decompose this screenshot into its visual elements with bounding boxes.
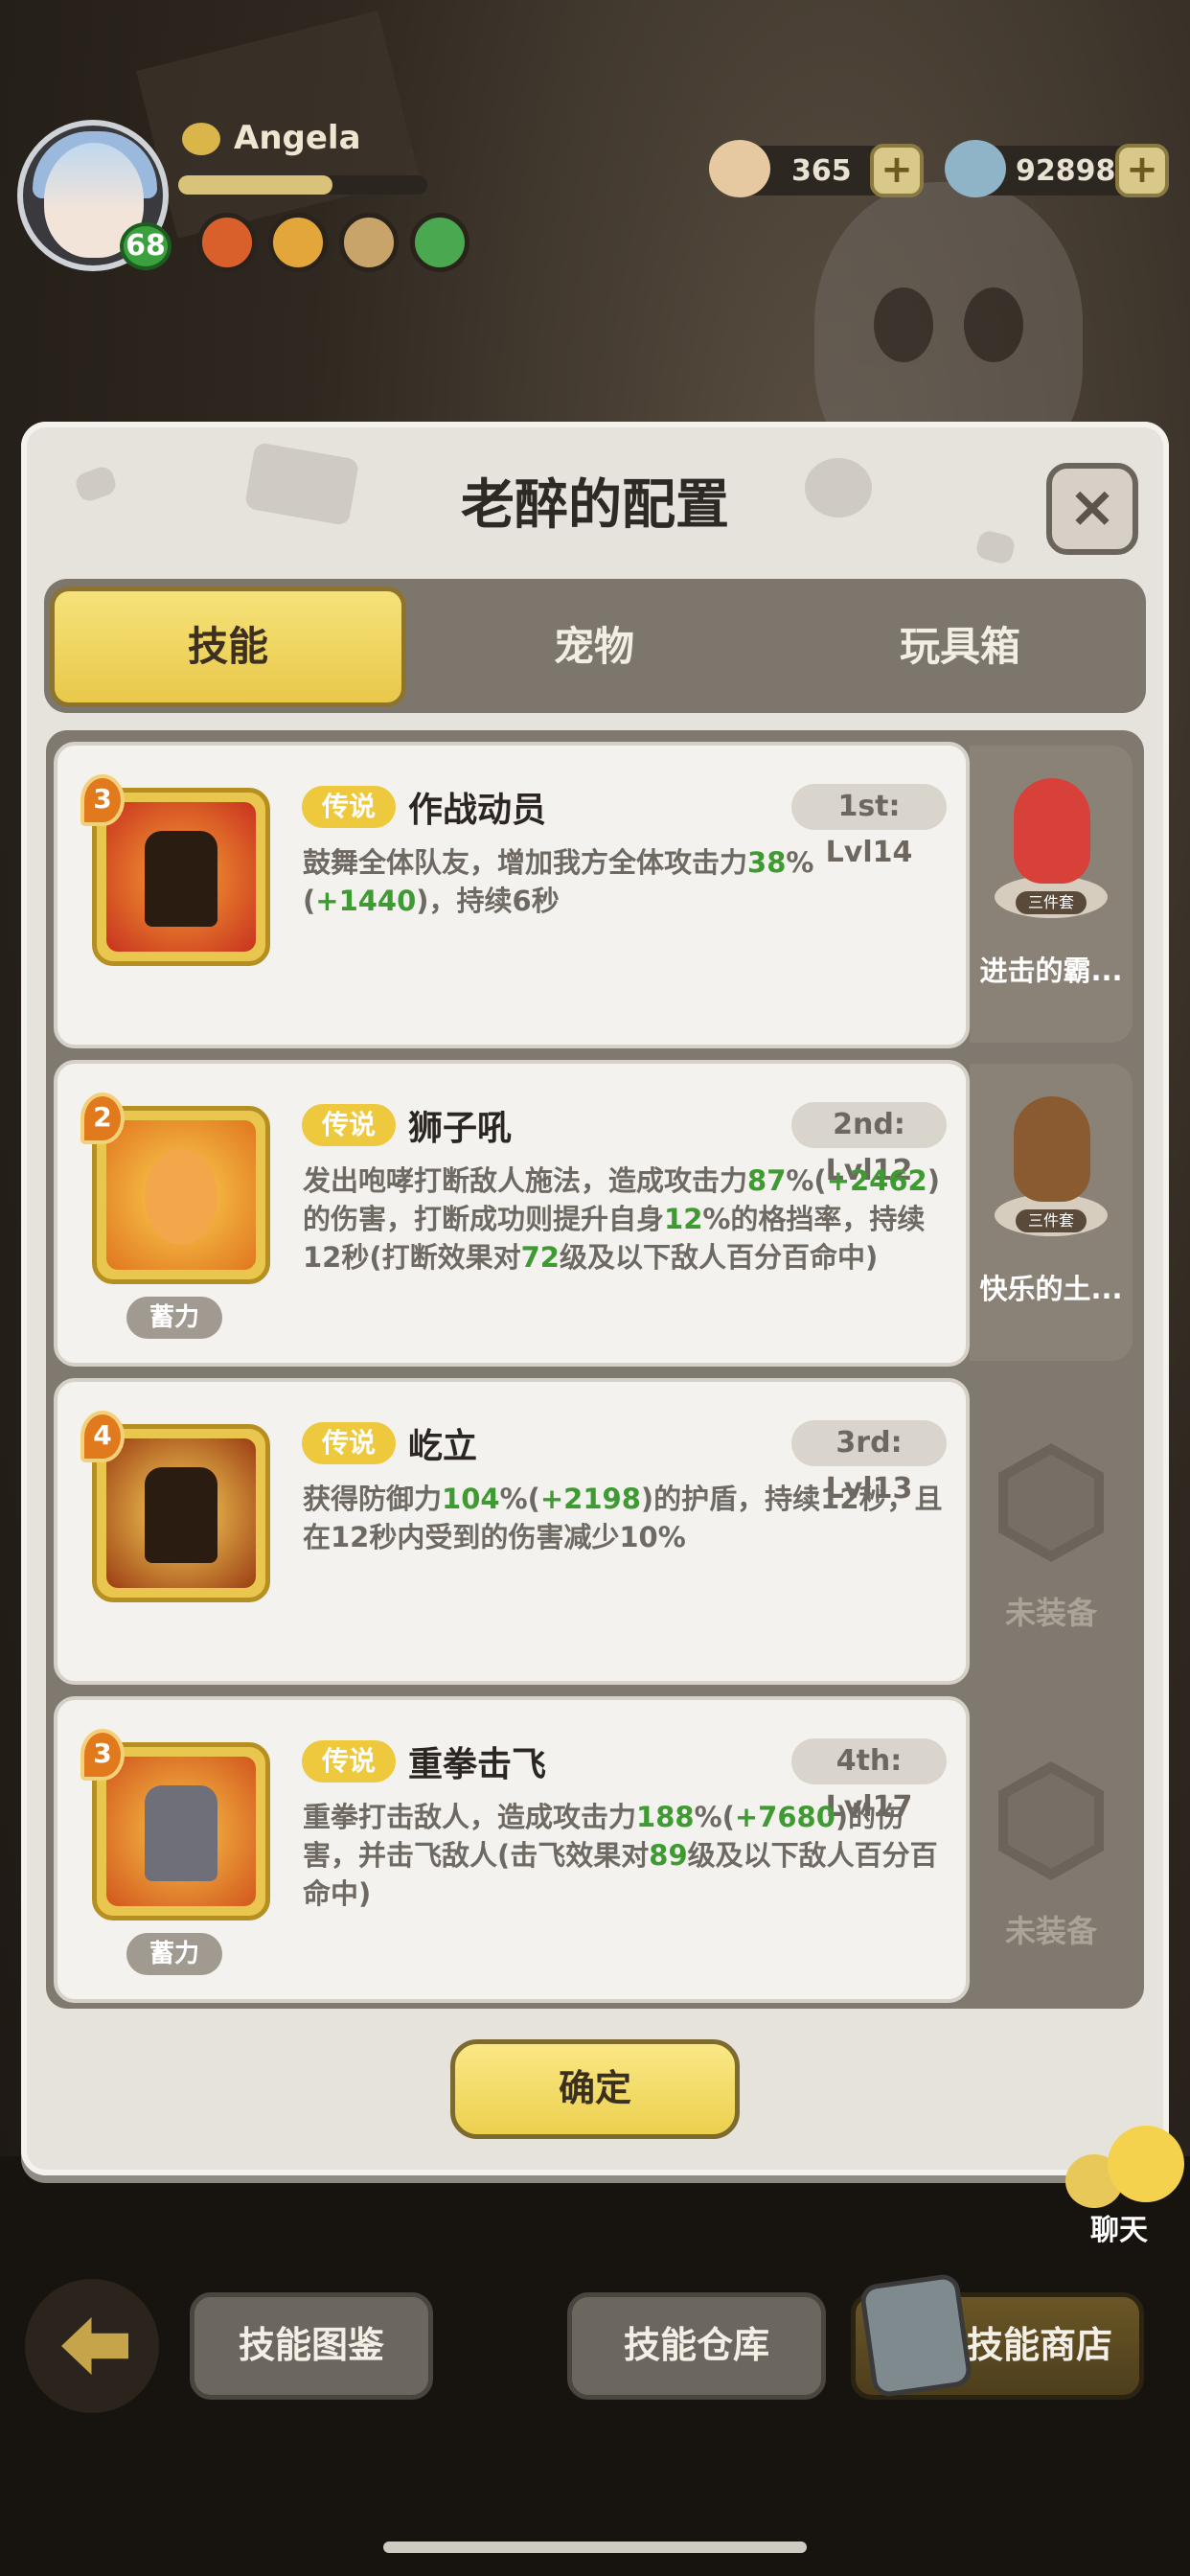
skill-card[interactable]: 4 传说 屹立 3rd: Lvl13 获得防御力104%(+2198)的护盾，持…: [54, 1378, 970, 1685]
player-name: Angela: [234, 119, 361, 157]
pet-slot[interactable]: 三件套 快乐的土...: [970, 1064, 1133, 1361]
add-shell-button[interactable]: +: [870, 144, 924, 197]
shell-icon: [709, 140, 770, 197]
shell-amount: 365: [791, 153, 852, 188]
skill-description: 发出咆哮打断敌人施法，造成攻击力87%(+2462)的伤害，打断成功则提升自身1…: [303, 1162, 954, 1276]
rarity-tag: 传说: [302, 1740, 396, 1782]
slot-level: 2nd: Lvl12: [791, 1102, 947, 1187]
highlight-value: 87: [747, 1164, 787, 1197]
highlight-value: 12: [664, 1203, 703, 1235]
close-button[interactable]: ×: [1046, 463, 1138, 555]
skill-name: 屹立: [408, 1427, 478, 1466]
pet-name: 快乐的土...: [979, 1273, 1123, 1305]
description-text: 鼓舞全体队友，增加我方全体攻击力: [303, 846, 748, 879]
description-text: 重拳打击敌人，造成攻击力: [303, 1801, 637, 1833]
player-mood-icon: [182, 123, 220, 155]
charge-tag: 蓄力: [126, 1297, 222, 1339]
skill-warehouse-button[interactable]: 技能仓库: [567, 2292, 826, 2400]
player-badges: [197, 213, 469, 272]
set-label: 三件套: [1016, 1209, 1087, 1232]
back-button[interactable]: [25, 2279, 159, 2413]
shop-icon: [858, 2272, 973, 2399]
slot-level: 3rd: Lvl13: [791, 1420, 947, 1506]
empty-slot-icon: [998, 1443, 1104, 1562]
rarity-tag: 传说: [302, 1422, 396, 1464]
highlight-value: 72: [520, 1241, 560, 1274]
highlight-value: +2462: [826, 1164, 927, 1197]
empty-slot-icon: [998, 1761, 1104, 1880]
skill-description: 获得防御力104%(+2198)的护盾，持续12秒，且在12秒内受到的伤害减少1…: [303, 1480, 954, 1556]
highlight-value: +2198: [539, 1483, 641, 1515]
unequipped-label: 未装备: [1004, 1913, 1097, 1949]
highlight-value: 38: [747, 846, 787, 879]
description-text: %(: [786, 1164, 827, 1197]
empty-pet-slot[interactable]: 未装备: [970, 1700, 1133, 1997]
unequipped-label: 未装备: [1004, 1595, 1097, 1631]
description-text: 级及以下敌人百分百命中): [559, 1241, 879, 1274]
compass-badge-icon[interactable]: [339, 213, 399, 272]
highlight-value: 188: [636, 1801, 695, 1833]
skill-card[interactable]: 3 蓄力 传说 重拳击飞 4th: Lvl17 重拳打击敌人，造成攻击力188%…: [54, 1696, 970, 2003]
skill-card[interactable]: 3 传说 作战动员 1st: Lvl14 鼓舞全体队友，增加我方全体攻击力38%…: [54, 742, 970, 1048]
slot-level: 4th: Lvl17: [791, 1738, 947, 1824]
player-level-badge: 68: [120, 222, 172, 270]
pearl-amount: 92898: [1016, 153, 1116, 188]
highlight-value: 89: [649, 1839, 688, 1872]
highlight-value: 104: [442, 1483, 500, 1515]
coin-badge-icon[interactable]: [268, 213, 328, 272]
charge-tag: 蓄力: [126, 1933, 222, 1975]
pet-figure: 三件套: [995, 1083, 1108, 1236]
shell-currency: 365 +: [709, 140, 924, 197]
skill-description: 重拳打击敌人，造成攻击力188%(+7680)的伤害，并击飞敌人(击飞效果对89…: [303, 1798, 954, 1913]
empty-pet-slot[interactable]: 未装备: [970, 1382, 1133, 1679]
pearl-icon: [945, 140, 1006, 197]
skill-rank-badge: 3: [80, 1729, 125, 1781]
chat-icon: [1108, 2126, 1184, 2202]
tab-pets[interactable]: 宠物: [416, 586, 772, 707]
chat-button[interactable]: 聊天: [1065, 2126, 1186, 2247]
heart-shield-badge-icon[interactable]: [410, 213, 469, 272]
flower-badge-icon[interactable]: [197, 213, 257, 272]
set-label: 三件套: [1016, 891, 1087, 914]
highlight-value: +1440: [315, 885, 417, 917]
description-text: 发出咆哮打断敌人施法，造成攻击力: [303, 1164, 748, 1197]
home-indicator[interactable]: [383, 2542, 807, 2553]
rarity-tag: 传说: [302, 786, 396, 828]
description-text: 获得防御力: [303, 1483, 443, 1515]
description-text: %(: [499, 1483, 540, 1515]
skill-description: 鼓舞全体队友，增加我方全体攻击力38%(+1440)，持续6秒: [303, 843, 954, 920]
skill-name: 重拳击飞: [408, 1745, 547, 1784]
pearl-currency: 92898 +: [945, 140, 1169, 197]
close-icon: ×: [1067, 473, 1117, 540]
skill-rank-badge: 2: [80, 1092, 125, 1144]
add-pearl-button[interactable]: +: [1115, 144, 1169, 197]
dialog-title: 老醉的配置: [461, 474, 729, 537]
back-arrow-icon: [61, 2317, 128, 2375]
confirm-button[interactable]: 确定: [450, 2039, 740, 2139]
skill-name: 作战动员: [408, 791, 547, 830]
tab-toybox[interactable]: 玩具箱: [782, 586, 1138, 707]
skill-rank-badge: 4: [80, 1411, 125, 1462]
description-text: )，持续6秒: [416, 885, 560, 917]
skill-rank-badge: 3: [80, 774, 125, 826]
description-text: %(: [694, 1801, 735, 1833]
pet-figure: 三件套: [995, 765, 1108, 918]
xp-bar: [178, 175, 427, 195]
slot-level: 1st: Lvl14: [791, 784, 947, 869]
highlight-value: +7680: [734, 1801, 835, 1833]
rarity-tag: 传说: [302, 1104, 396, 1146]
skill-catalog-button[interactable]: 技能图鉴: [190, 2292, 433, 2400]
skill-card[interactable]: 2 蓄力 传说 狮子吼 2nd: Lvl12 发出咆哮打断敌人施法，造成攻击力8…: [54, 1060, 970, 1367]
xp-bar-fill: [178, 175, 333, 195]
tab-skills[interactable]: 技能: [50, 586, 406, 707]
skill-name: 狮子吼: [408, 1109, 513, 1148]
pet-name: 进击的霸...: [979, 954, 1123, 987]
pet-slot[interactable]: 三件套 进击的霸...: [970, 746, 1133, 1043]
chat-label: 聊天: [1090, 2214, 1148, 2247]
